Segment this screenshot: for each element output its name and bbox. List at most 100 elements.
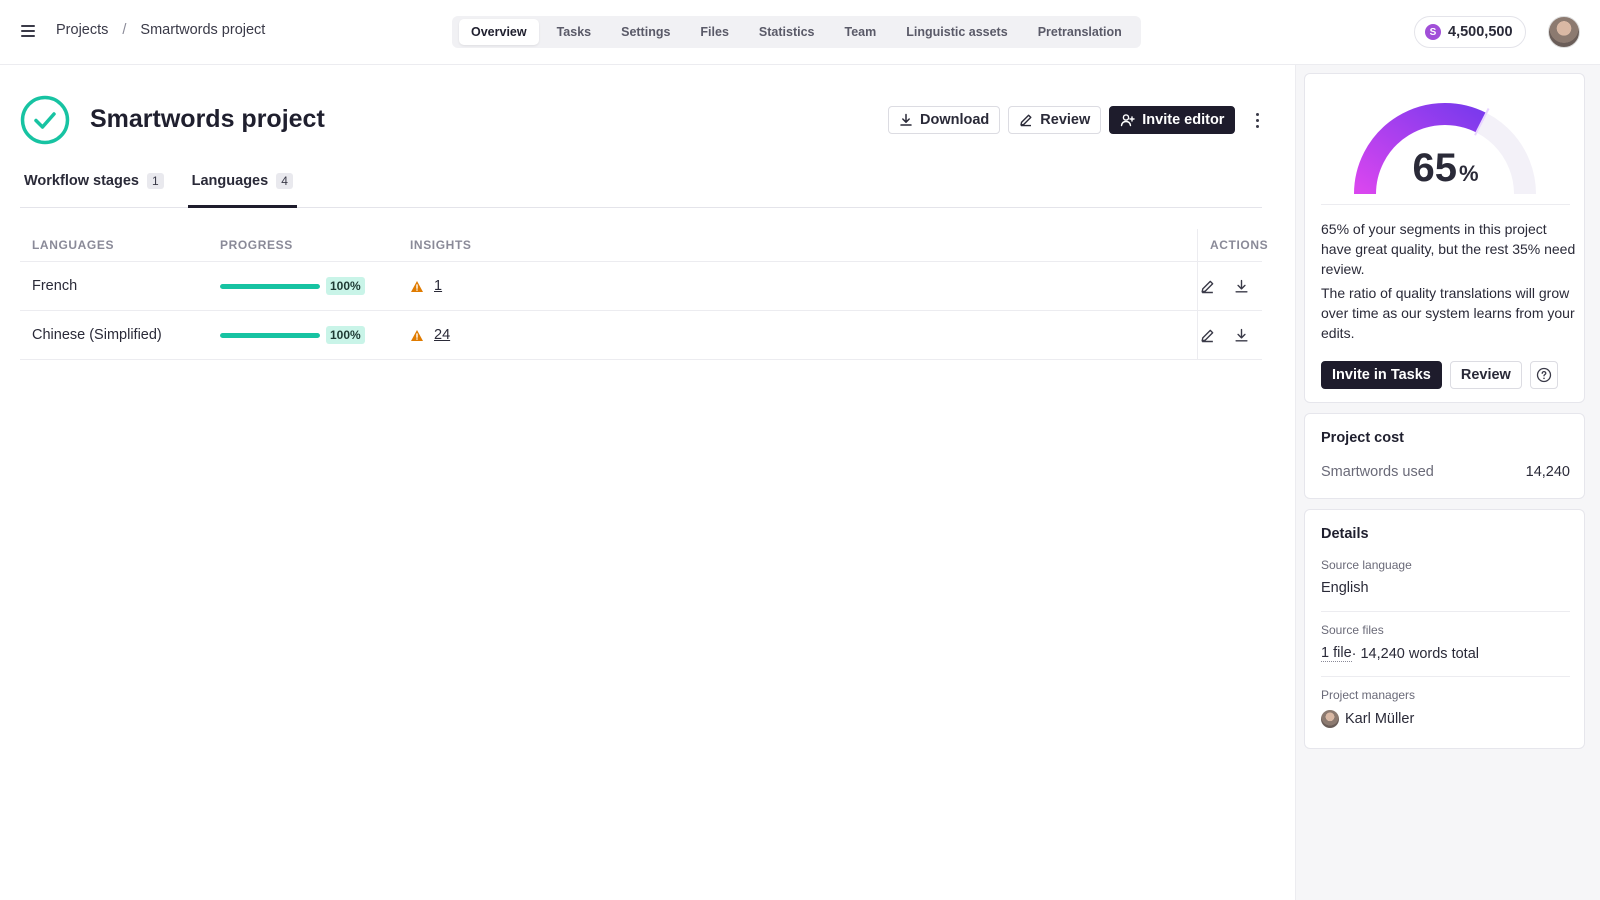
check-circle-icon bbox=[20, 95, 70, 145]
top-bar: Projects / Smartwords project Overview T… bbox=[0, 0, 1600, 65]
breadcrumb: Projects / Smartwords project bbox=[56, 22, 265, 38]
project-nav-tabs: Overview Tasks Settings Files Statistics… bbox=[452, 16, 1141, 48]
insights-count-link[interactable]: 24 bbox=[434, 327, 450, 343]
page-title: Smartwords project bbox=[90, 105, 325, 133]
main-content: Smartwords project Download Review Invit… bbox=[0, 65, 1295, 900]
header-actions: Download Review Invite editor bbox=[888, 106, 1267, 134]
download-icon[interactable] bbox=[1232, 326, 1250, 344]
divider bbox=[1321, 611, 1570, 612]
download-icon bbox=[900, 113, 912, 126]
quality-unit: % bbox=[1458, 161, 1479, 186]
languages-count: 4 bbox=[276, 173, 293, 189]
insights-count-link[interactable]: 1 bbox=[434, 278, 442, 294]
insights-cell: 24 bbox=[410, 327, 1197, 343]
table-row: French 100% 1 bbox=[20, 262, 1262, 311]
progress-percent: 100% bbox=[326, 277, 365, 295]
balance-amount: 4,500,500 bbox=[1448, 24, 1513, 40]
progress-bar-fill bbox=[220, 332, 320, 338]
smartwords-used-value: 14,240 bbox=[1525, 464, 1570, 480]
insights-cell: 1 bbox=[410, 278, 1197, 294]
table-header: LANGUAGES PROGRESS INSIGHTS ACTIONS bbox=[20, 228, 1268, 262]
pencil-icon bbox=[1020, 114, 1032, 127]
edit-icon[interactable] bbox=[1198, 277, 1216, 295]
quality-card: 65% 65% of your segments in this project… bbox=[1304, 73, 1585, 403]
languages-table: LANGUAGES PROGRESS INSIGHTS ACTIONS Fren… bbox=[20, 228, 1268, 360]
tab-overview[interactable]: Overview bbox=[459, 19, 539, 45]
warning-icon bbox=[411, 329, 423, 341]
download-label: Download bbox=[920, 112, 990, 128]
progress-bar bbox=[220, 283, 320, 289]
language-name: French bbox=[32, 278, 78, 294]
column-header-insights: INSIGHTS bbox=[410, 238, 472, 252]
source-files-summary: · 14,240 words total bbox=[1351, 645, 1479, 662]
manager-name[interactable]: Karl Müller bbox=[1345, 711, 1414, 727]
progress-percent: 100% bbox=[326, 326, 365, 344]
source-language-value: English bbox=[1321, 580, 1369, 596]
quality-percent: 65% bbox=[1305, 146, 1586, 191]
project-cost-title: Project cost bbox=[1321, 430, 1404, 446]
warning-icon bbox=[411, 280, 423, 292]
source-files-label: Source files bbox=[1321, 623, 1384, 637]
project-cost-card: Project cost Smartwords used 14,240 bbox=[1304, 413, 1585, 499]
quality-actions: Invite in Tasks Review bbox=[1321, 361, 1558, 389]
edit-icon[interactable] bbox=[1198, 326, 1216, 344]
quality-text-2: The ratio of quality translations will g… bbox=[1321, 285, 1575, 341]
workflow-stages-label: Workflow stages bbox=[24, 173, 139, 189]
tab-statistics[interactable]: Statistics bbox=[747, 19, 827, 45]
invite-in-tasks-button[interactable]: Invite in Tasks bbox=[1321, 361, 1442, 389]
tab-languages[interactable]: Languages 4 bbox=[187, 173, 297, 208]
languages-label: Languages bbox=[191, 173, 269, 189]
user-plus-icon bbox=[1121, 114, 1135, 127]
details-card: Details Source language English Source f… bbox=[1304, 509, 1585, 749]
hamburger-menu-icon[interactable] bbox=[18, 22, 38, 42]
progress-cell: 100% bbox=[220, 326, 410, 344]
download-icon[interactable] bbox=[1232, 277, 1250, 295]
breadcrumb-projects-link[interactable]: Projects bbox=[56, 22, 108, 38]
invite-editor-button[interactable]: Invite editor bbox=[1109, 106, 1236, 134]
divider bbox=[1321, 204, 1570, 205]
tab-workflow-stages[interactable]: Workflow stages 1 bbox=[20, 173, 168, 208]
column-header-languages: LANGUAGES bbox=[32, 238, 115, 252]
content-tabs: Workflow stages 1 Languages 4 bbox=[20, 173, 1262, 208]
quality-text-1: 65% of your segments in this project hav… bbox=[1321, 221, 1576, 277]
user-avatar[interactable] bbox=[1548, 16, 1580, 48]
help-icon[interactable] bbox=[1529, 361, 1558, 389]
divider bbox=[1321, 676, 1570, 677]
tab-files[interactable]: Files bbox=[688, 19, 741, 45]
language-name: Chinese (Simplified) bbox=[32, 327, 162, 343]
invite-editor-label: Invite editor bbox=[1142, 112, 1225, 128]
column-header-actions: ACTIONS bbox=[1197, 228, 1268, 262]
source-language-label: Source language bbox=[1321, 558, 1412, 572]
tab-team[interactable]: Team bbox=[833, 19, 889, 45]
actions-cell bbox=[1197, 311, 1262, 359]
source-files-link[interactable]: 1 file bbox=[1321, 645, 1352, 662]
smartwords-used-row: Smartwords used 14,240 bbox=[1321, 464, 1570, 480]
coin-icon: S bbox=[1425, 24, 1441, 40]
table-row: Chinese (Simplified) 100% 24 bbox=[20, 311, 1262, 360]
tab-linguistic-assets[interactable]: Linguistic assets bbox=[894, 19, 1019, 45]
download-button[interactable]: Download bbox=[888, 106, 1001, 134]
manager-avatar bbox=[1321, 710, 1339, 728]
progress-cell: 100% bbox=[220, 277, 410, 295]
project-manager: Karl Müller bbox=[1321, 710, 1414, 728]
review-button[interactable]: Review bbox=[1008, 106, 1102, 134]
source-files-value: 1 file · 14,240 words total bbox=[1321, 645, 1479, 662]
tab-tasks[interactable]: Tasks bbox=[545, 19, 604, 45]
quality-description: 65% of your segments in this project hav… bbox=[1321, 219, 1576, 343]
smartwords-used-label: Smartwords used bbox=[1321, 464, 1434, 480]
smartwords-balance[interactable]: S 4,500,500 bbox=[1414, 16, 1526, 48]
details-title: Details bbox=[1321, 526, 1369, 542]
review-label: Review bbox=[1040, 112, 1091, 128]
tab-settings[interactable]: Settings bbox=[609, 19, 682, 45]
quality-review-button[interactable]: Review bbox=[1449, 361, 1522, 389]
breadcrumb-current: Smartwords project bbox=[140, 22, 266, 38]
progress-bar bbox=[220, 332, 320, 338]
project-managers-label: Project managers bbox=[1321, 688, 1416, 702]
workflow-stages-count: 1 bbox=[146, 173, 164, 189]
quality-value: 65 bbox=[1412, 146, 1457, 190]
progress-bar-fill bbox=[220, 283, 320, 289]
column-header-progress: PROGRESS bbox=[220, 238, 293, 252]
more-options-icon[interactable] bbox=[1247, 106, 1267, 134]
tab-pretranslation[interactable]: Pretranslation bbox=[1026, 19, 1134, 45]
right-sidebar: 65% 65% of your segments in this project… bbox=[1295, 65, 1600, 900]
